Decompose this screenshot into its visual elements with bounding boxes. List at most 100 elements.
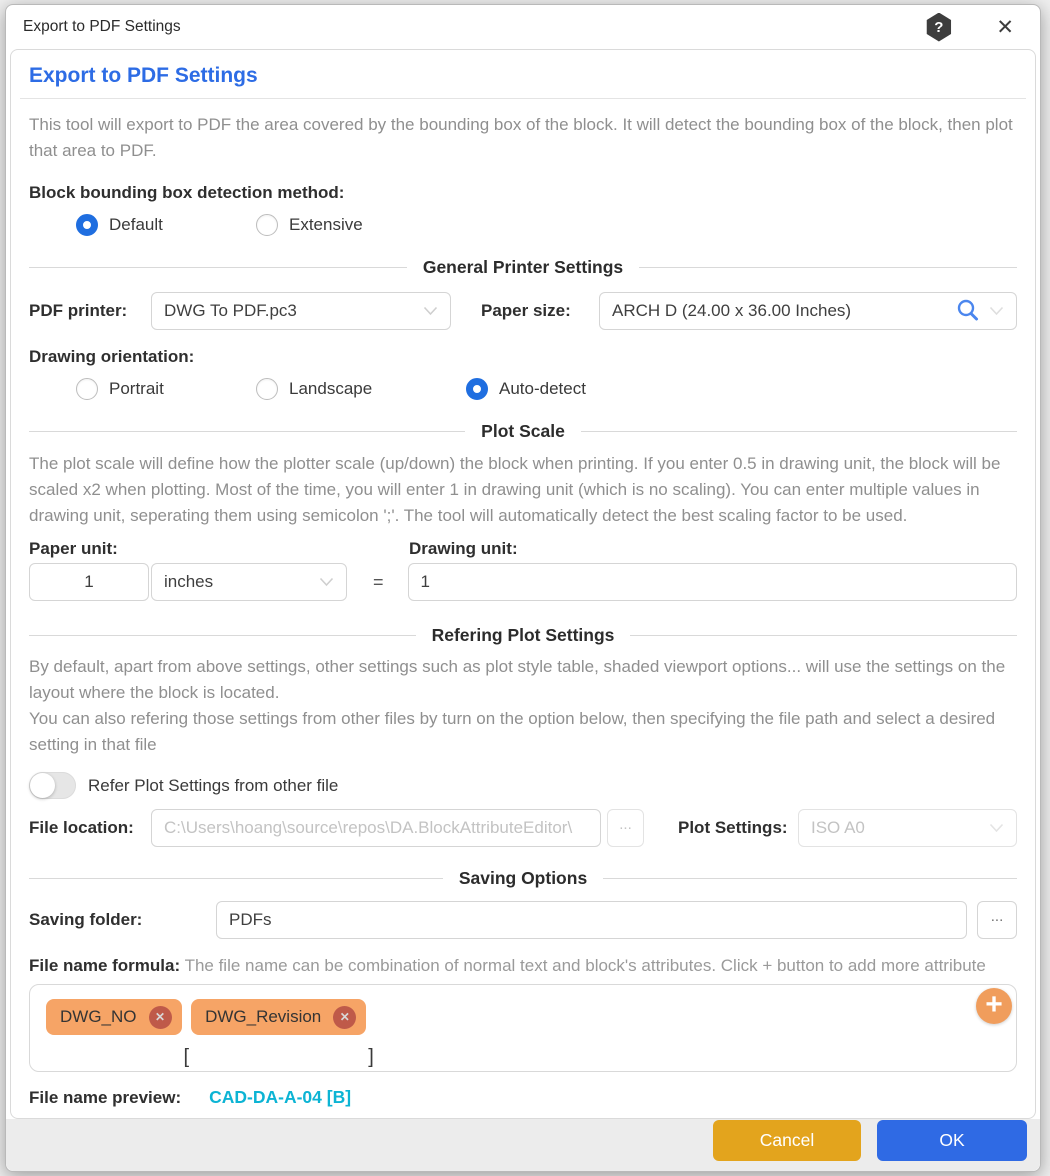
paper-size-value: ARCH D (24.00 x 36.00 Inches) xyxy=(612,301,852,320)
radio-portrait-label: Portrait xyxy=(109,379,164,398)
detection-method-label: Block bounding box detection method: xyxy=(29,183,345,202)
saving-section-header: Saving Options xyxy=(29,868,1018,889)
drawing-unit-label: Drawing unit: xyxy=(409,539,518,558)
divider xyxy=(630,635,1018,636)
chip-label: DWG_NO xyxy=(60,1007,137,1026)
radio-portrait-circle[interactable] xyxy=(76,378,98,400)
window-title: Export to PDF Settings xyxy=(23,18,181,35)
printer-section-title: General Printer Settings xyxy=(422,257,624,277)
refer-plot-settings-toggle[interactable] xyxy=(29,772,76,799)
plot-scale-title: Plot Scale xyxy=(481,421,565,441)
divider xyxy=(29,635,416,636)
formula-label: File name formula: xyxy=(29,956,181,975)
plot-scale-section-header: Plot Scale xyxy=(29,421,1017,442)
plot-settings-select[interactable]: ISO A0 xyxy=(798,809,1017,847)
saving-folder-input[interactable] xyxy=(216,901,967,939)
pdf-printer-select[interactable]: DWG To PDF.pc3 xyxy=(151,292,451,330)
refer-toggle-label: Refer Plot Settings from other file xyxy=(88,775,339,795)
cancel-button[interactable]: Cancel xyxy=(713,1120,861,1161)
bracket-close: ] xyxy=(368,1046,374,1068)
divider xyxy=(20,98,1026,99)
formula-label-row: File name formula: The file name can be … xyxy=(29,954,1017,978)
ok-button[interactable]: OK xyxy=(877,1120,1027,1161)
attribute-chip-dwg-no[interactable]: DWG_NO ✕ xyxy=(46,999,182,1035)
unit-values-row: inches = xyxy=(29,563,1017,601)
page-title: Export to PDF Settings xyxy=(29,64,258,87)
paper-unit-kind-value: inches xyxy=(164,572,214,591)
preview-value: CAD-DA-A-04 [B] xyxy=(209,1087,352,1107)
paper-size-select[interactable]: ARCH D (24.00 x 36.00 Inches) xyxy=(599,292,1017,330)
file-location-row: File location: ... Plot Settings: ISO A0 xyxy=(29,809,1017,847)
radio-landscape[interactable]: Landscape xyxy=(256,378,466,400)
refering-section-title: Refering Plot Settings xyxy=(431,625,615,645)
paper-unit-label: Paper unit: xyxy=(29,539,118,558)
radio-landscape-label: Landscape xyxy=(289,379,373,398)
bracket-open: [ xyxy=(183,1046,190,1068)
divider xyxy=(29,267,407,268)
title-bar: Export to PDF Settings ? ✕ xyxy=(6,5,1040,49)
preview-row: File name preview: CAD-DA-A-04 [B] xyxy=(29,1087,1017,1108)
radio-extensive-circle[interactable] xyxy=(256,214,278,236)
file-location-label: File location: xyxy=(29,818,134,837)
radio-auto-detect[interactable]: Auto-detect xyxy=(466,378,586,400)
dialog-footer: Cancel OK xyxy=(6,1119,1040,1171)
remove-chip-icon[interactable]: ✕ xyxy=(148,1005,172,1029)
toggle-knob xyxy=(30,773,55,798)
radio-auto-detect-circle[interactable] xyxy=(466,378,488,400)
unit-labels-row: Paper unit: Drawing unit: xyxy=(29,539,1017,559)
paper-unit-input[interactable] xyxy=(29,563,149,601)
refering-description-1: By default, apart from above settings, o… xyxy=(29,657,1006,702)
saving-folder-label: Saving folder: xyxy=(29,910,143,929)
printer-section-header: General Printer Settings xyxy=(29,257,1017,278)
saving-section-title: Saving Options xyxy=(458,868,588,888)
orientation-options: Portrait Landscape Auto-detect xyxy=(76,378,1026,400)
saving-folder-browse-button[interactable]: ... xyxy=(977,901,1017,939)
help-icon[interactable]: ? xyxy=(926,12,952,42)
plot-scale-description: The plot scale will define how the plott… xyxy=(29,454,1001,525)
refering-section-header: Refering Plot Settings xyxy=(29,625,1018,646)
refering-description-2: You can also refering those settings fro… xyxy=(29,709,996,754)
radio-default-label: Default xyxy=(109,215,163,234)
saving-folder-row: Saving folder: ... xyxy=(29,901,1017,939)
chevron-down-icon xyxy=(989,823,1004,833)
paper-unit-kind-select[interactable]: inches xyxy=(151,563,347,601)
paper-size-label: Paper size: xyxy=(481,301,571,320)
radio-default-circle[interactable] xyxy=(76,214,98,236)
radio-default[interactable]: Default xyxy=(76,214,256,236)
printer-row: PDF printer: DWG To PDF.pc3 Paper size: … xyxy=(29,292,1017,330)
divider xyxy=(603,878,1018,879)
radio-extensive[interactable]: Extensive xyxy=(256,214,363,236)
radio-auto-detect-label: Auto-detect xyxy=(499,379,586,398)
file-location-input[interactable] xyxy=(151,809,601,847)
detection-method-options: Default Extensive xyxy=(76,214,1026,236)
intro-text: This tool will export to PDF the area co… xyxy=(29,115,1013,160)
refer-toggle-row: Refer Plot Settings from other file xyxy=(29,772,1017,799)
equals-sign: = xyxy=(373,571,384,592)
chevron-down-icon xyxy=(989,306,1004,316)
plot-settings-label: Plot Settings: xyxy=(678,818,788,837)
search-icon[interactable] xyxy=(955,298,981,324)
export-to-pdf-dialog: Export to PDF Settings ? ✕ Export to PDF… xyxy=(5,4,1041,1172)
plot-settings-value: ISO A0 xyxy=(811,818,865,837)
chevron-down-icon xyxy=(319,577,334,587)
radio-landscape-circle[interactable] xyxy=(256,378,278,400)
chevron-down-icon xyxy=(423,306,438,316)
add-attribute-button[interactable]: + xyxy=(976,988,1012,1024)
drawing-unit-input[interactable] xyxy=(407,563,1017,601)
remove-chip-icon[interactable]: ✕ xyxy=(333,1005,357,1029)
attribute-chip-dwg-revision[interactable]: DWG_Revision ✕ xyxy=(191,999,367,1035)
formula-box[interactable]: DWG_NO ✕ [ DWG_Revision ✕ ] + xyxy=(29,984,1017,1072)
preview-label: File name preview: xyxy=(29,1087,182,1107)
divider xyxy=(580,431,1017,432)
close-icon[interactable]: ✕ xyxy=(990,13,1020,42)
divider xyxy=(29,878,443,879)
chip-label: DWG_Revision xyxy=(205,1007,322,1026)
file-location-browse-button[interactable]: ... xyxy=(607,809,644,847)
pdf-printer-label: PDF printer: xyxy=(29,301,128,320)
radio-portrait[interactable]: Portrait xyxy=(76,378,256,400)
orientation-label: Drawing orientation: xyxy=(29,347,195,366)
radio-extensive-label: Extensive xyxy=(289,215,363,234)
divider xyxy=(639,267,1017,268)
dialog-content: Export to PDF Settings This tool will ex… xyxy=(10,49,1036,1119)
divider xyxy=(29,431,466,432)
